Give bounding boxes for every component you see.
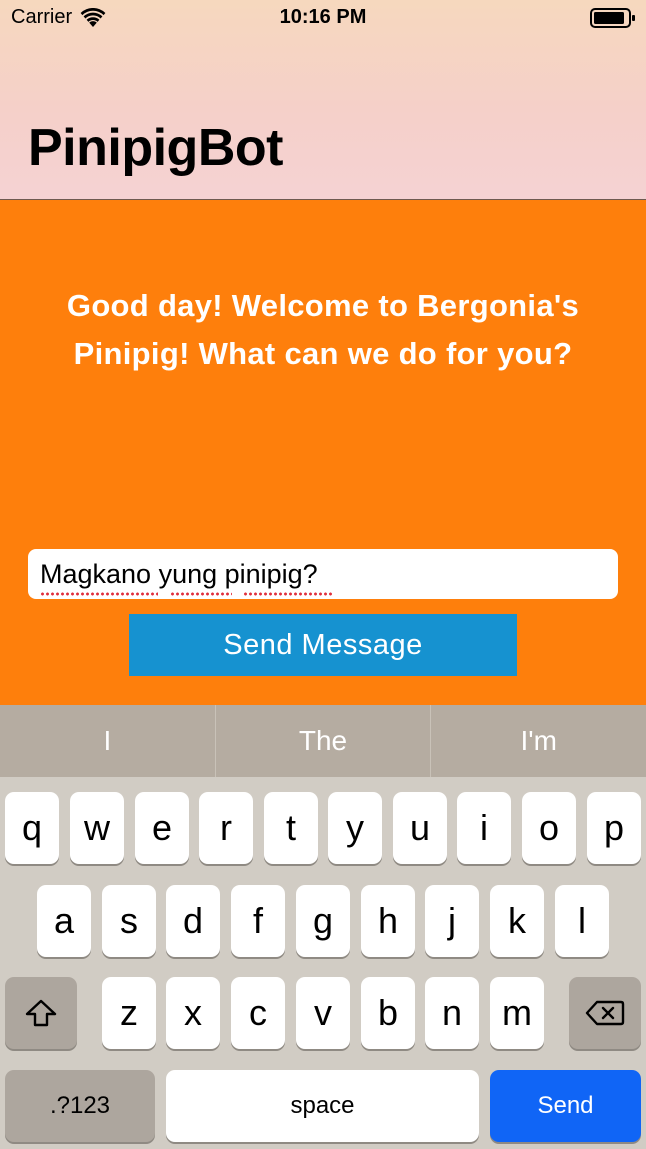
key-e[interactable]: e [135,792,189,864]
key-r[interactable]: r [199,792,253,864]
battery-icon [590,8,636,28]
prediction-3[interactable]: I'm [431,705,646,777]
key-c[interactable]: c [231,977,285,1049]
spellcheck-underline-magkano [40,592,158,596]
key-t[interactable]: t [264,792,318,864]
welcome-line-2: Pinipig! What can we do for you? [73,336,573,371]
page-title: PinipigBot [28,119,283,177]
key-y[interactable]: y [328,792,382,864]
key-i[interactable]: i [457,792,511,864]
delete-key[interactable] [569,977,641,1049]
header: Carrier 10:16 PM PinipigBot [0,0,646,200]
delete-icon [585,999,625,1027]
prediction-2[interactable]: The [216,705,432,777]
key-k[interactable]: k [490,885,544,957]
key-j[interactable]: j [425,885,479,957]
predictive-bar: I The I'm [0,705,646,777]
shift-key[interactable] [5,977,77,1049]
welcome-line-1: Good day! Welcome to Bergonia's [66,288,580,323]
numbers-key[interactable]: .?123 [5,1070,155,1142]
keyboard: I The I'm q w e r t y u i o p a s d f g … [0,705,646,1149]
spellcheck-underline-yung [170,592,232,596]
key-x[interactable]: x [166,977,220,1049]
spellcheck-underline-pinipig [243,592,333,596]
status-bar: Carrier 10:16 PM [0,0,646,36]
key-m[interactable]: m [490,977,544,1049]
key-p[interactable]: p [587,792,641,864]
space-key[interactable]: space [166,1070,479,1142]
key-d[interactable]: d [166,885,220,957]
key-q[interactable]: q [5,792,59,864]
key-h[interactable]: h [361,885,415,957]
key-b[interactable]: b [361,977,415,1049]
key-s[interactable]: s [102,885,156,957]
chat-screen: Carrier 10:16 PM PinipigBot Good day! We… [0,0,646,1149]
key-a[interactable]: a [37,885,91,957]
status-time: 10:16 PM [279,6,367,28]
keyboard-send-key[interactable]: Send [490,1070,641,1142]
key-l[interactable]: l [555,885,609,957]
send-message-button[interactable]: Send Message [129,614,517,676]
key-g[interactable]: g [296,885,350,957]
welcome-message: Good day! Welcome to Bergonia's Pinipig!… [20,282,626,378]
shift-icon [25,999,57,1027]
key-n[interactable]: n [425,977,479,1049]
prediction-1[interactable]: I [0,705,216,777]
key-o[interactable]: o [522,792,576,864]
chat-content: Good day! Welcome to Bergonia's Pinipig!… [0,200,646,705]
key-v[interactable]: v [296,977,350,1049]
key-z[interactable]: z [102,977,156,1049]
key-w[interactable]: w [70,792,124,864]
key-u[interactable]: u [393,792,447,864]
key-f[interactable]: f [231,885,285,957]
